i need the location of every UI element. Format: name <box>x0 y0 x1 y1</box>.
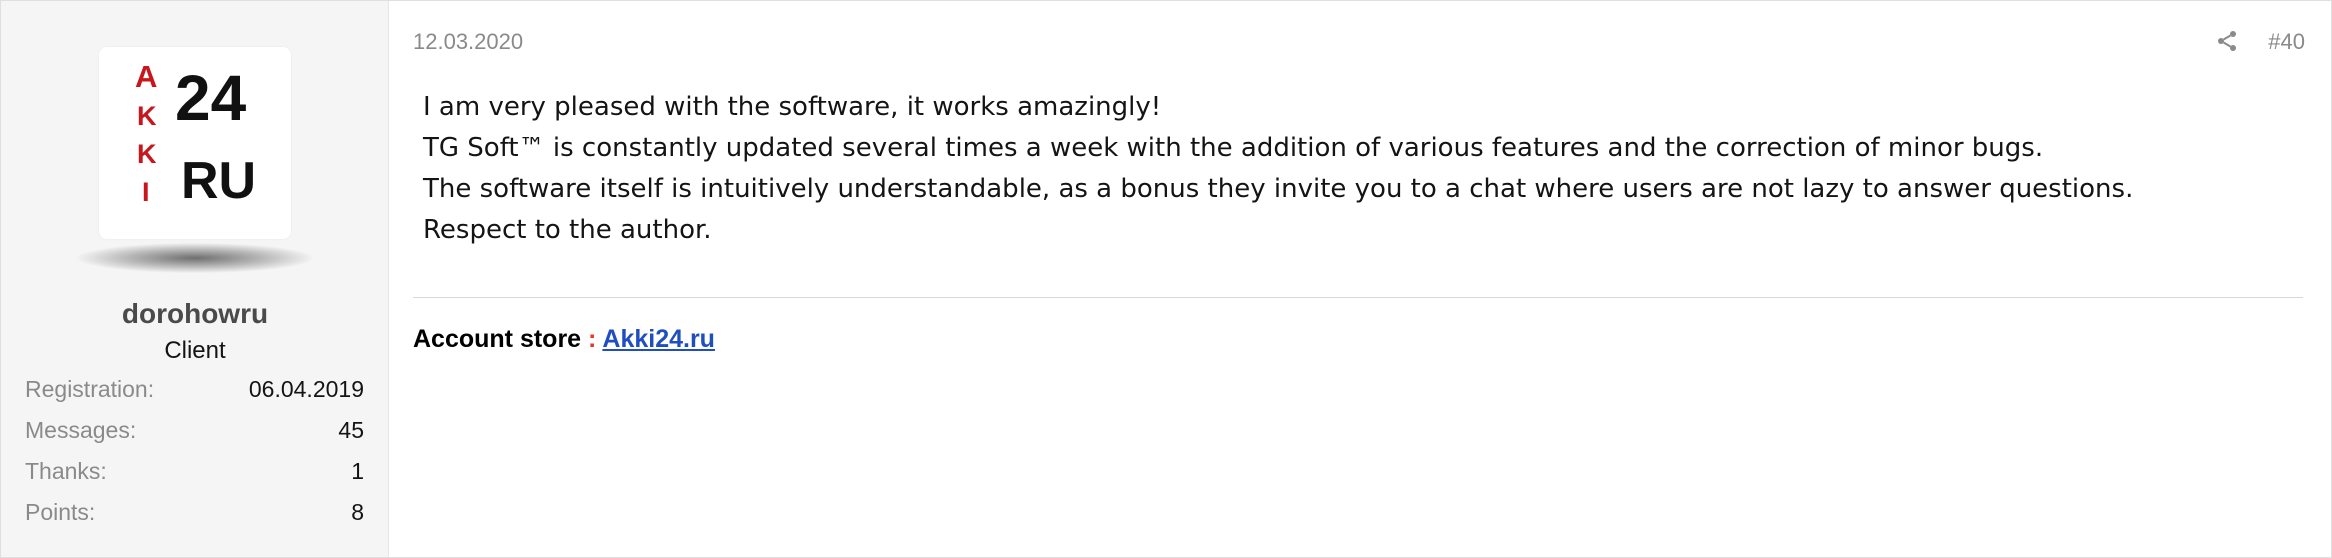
stat-label: Messages: <box>25 417 137 443</box>
post-date[interactable]: 12.03.2020 <box>413 29 523 55</box>
stat-thanks: Thanks: 1 <box>25 457 364 498</box>
post-line: I am very pleased with the software, it … <box>423 92 1162 122</box>
post-main: 12.03.2020 #40 I am very pleased with th… <box>389 1 2331 557</box>
avatar-shadow <box>77 243 313 273</box>
signature-link[interactable]: Akki24.ru <box>602 325 715 353</box>
stat-value[interactable]: 8 <box>351 498 364 539</box>
stat-value: 1 <box>351 458 364 484</box>
username[interactable]: dorohowru <box>1 298 389 330</box>
stat-messages: Messages: 45 <box>25 416 364 457</box>
post-number[interactable]: #40 <box>2268 29 2305 55</box>
post-line: The software itself is intuitively under… <box>423 174 2134 204</box>
signature-label: Account store <box>413 325 582 353</box>
avatar-letter: I <box>142 177 150 207</box>
stat-registration: Registration: 06.04.2019 <box>25 375 364 416</box>
signature: Account store : Akki24.ru <box>413 325 715 354</box>
post-content: I am very pleased with the software, it … <box>423 87 2291 251</box>
stat-points: Points: 8 <box>25 498 364 539</box>
share-icon[interactable] <box>2215 29 2239 53</box>
stat-value[interactable]: 45 <box>338 416 364 457</box>
stat-value: 06.04.2019 <box>248 376 364 402</box>
post-line: Respect to the author. <box>423 215 712 245</box>
stat-label: Registration: <box>25 376 155 402</box>
stat-label: Points: <box>25 499 96 525</box>
user-sidebar: A K K I 24 RU dorohowru Client Registrat… <box>1 1 389 557</box>
avatar-letter: A <box>135 59 158 94</box>
forum-post: A K K I 24 RU dorohowru Client Registrat… <box>0 0 2332 558</box>
post-line: TG Soft™ is constantly updated several t… <box>423 133 2044 163</box>
user-stats: Registration: 06.04.2019 Messages: 45 Th… <box>25 375 364 539</box>
user-title: Client <box>164 337 226 364</box>
signature-divider <box>413 297 2303 298</box>
avatar-letter: K <box>137 139 157 169</box>
stat-label: Thanks: <box>25 458 107 484</box>
avatar-24: 24 <box>175 62 247 134</box>
signature-separator: : <box>581 325 603 353</box>
avatar-letter: K <box>137 101 157 131</box>
avatar[interactable]: A K K I 24 RU <box>99 47 291 239</box>
avatar-ru: RU <box>181 152 257 210</box>
